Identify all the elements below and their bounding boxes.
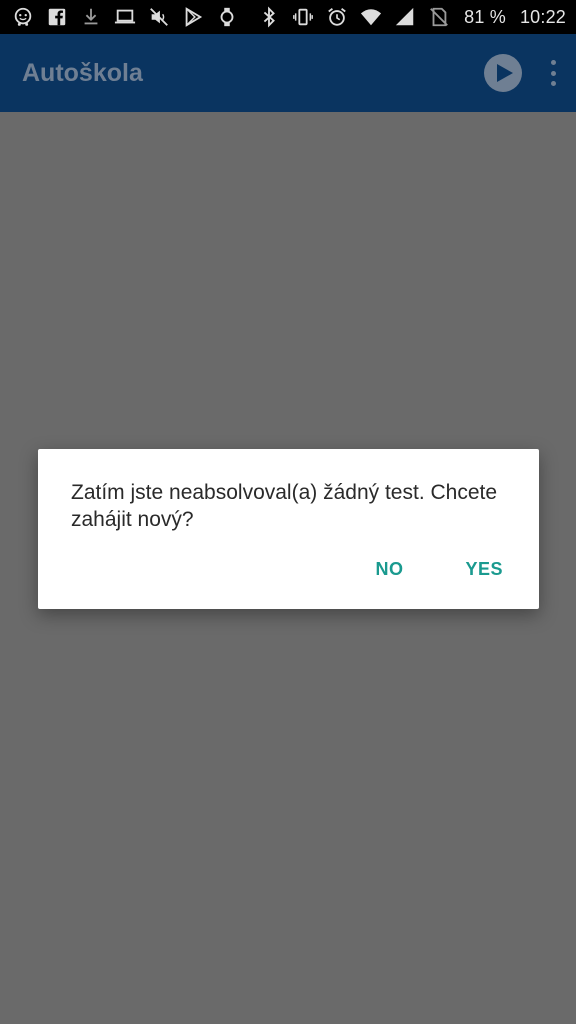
no-sim-icon: [428, 6, 450, 28]
dialog-message: Zatím jste neabsolvoval(a) žádný test. C…: [71, 481, 498, 531]
play-icon: [496, 64, 513, 82]
mute-icon: [148, 6, 170, 28]
signal-icon: [394, 6, 416, 28]
waze-icon: [12, 6, 34, 28]
laptop-icon: [114, 6, 136, 28]
status-right-icons: 81 % 10:22: [258, 0, 566, 34]
app-title: Autoškola: [22, 58, 143, 87]
battery-percent: 81 %: [464, 6, 506, 27]
play-store-icon: [182, 6, 204, 28]
bluetooth-icon: [258, 6, 280, 28]
status-left-icons: [12, 0, 238, 34]
download-icon: [80, 6, 102, 28]
alarm-icon: [326, 6, 348, 28]
start-test-dialog: Zatím jste neabsolvoval(a) žádný test. C…: [38, 449, 539, 609]
wifi-icon: [360, 6, 382, 28]
vibrate-icon: [292, 6, 314, 28]
facebook-icon: [46, 6, 68, 28]
watch-icon: [216, 6, 238, 28]
clock: 10:22: [519, 6, 566, 27]
yes-button[interactable]: YES: [457, 553, 511, 586]
no-button[interactable]: NO: [367, 553, 411, 586]
dialog-actions: NO YES: [367, 553, 511, 586]
play-button[interactable]: [484, 54, 522, 92]
more-vert-icon[interactable]: [548, 60, 558, 86]
app-actions: [484, 54, 558, 92]
status-bar: 81 % 10:22: [0, 0, 576, 34]
app-bar: Autoškola: [0, 34, 576, 112]
